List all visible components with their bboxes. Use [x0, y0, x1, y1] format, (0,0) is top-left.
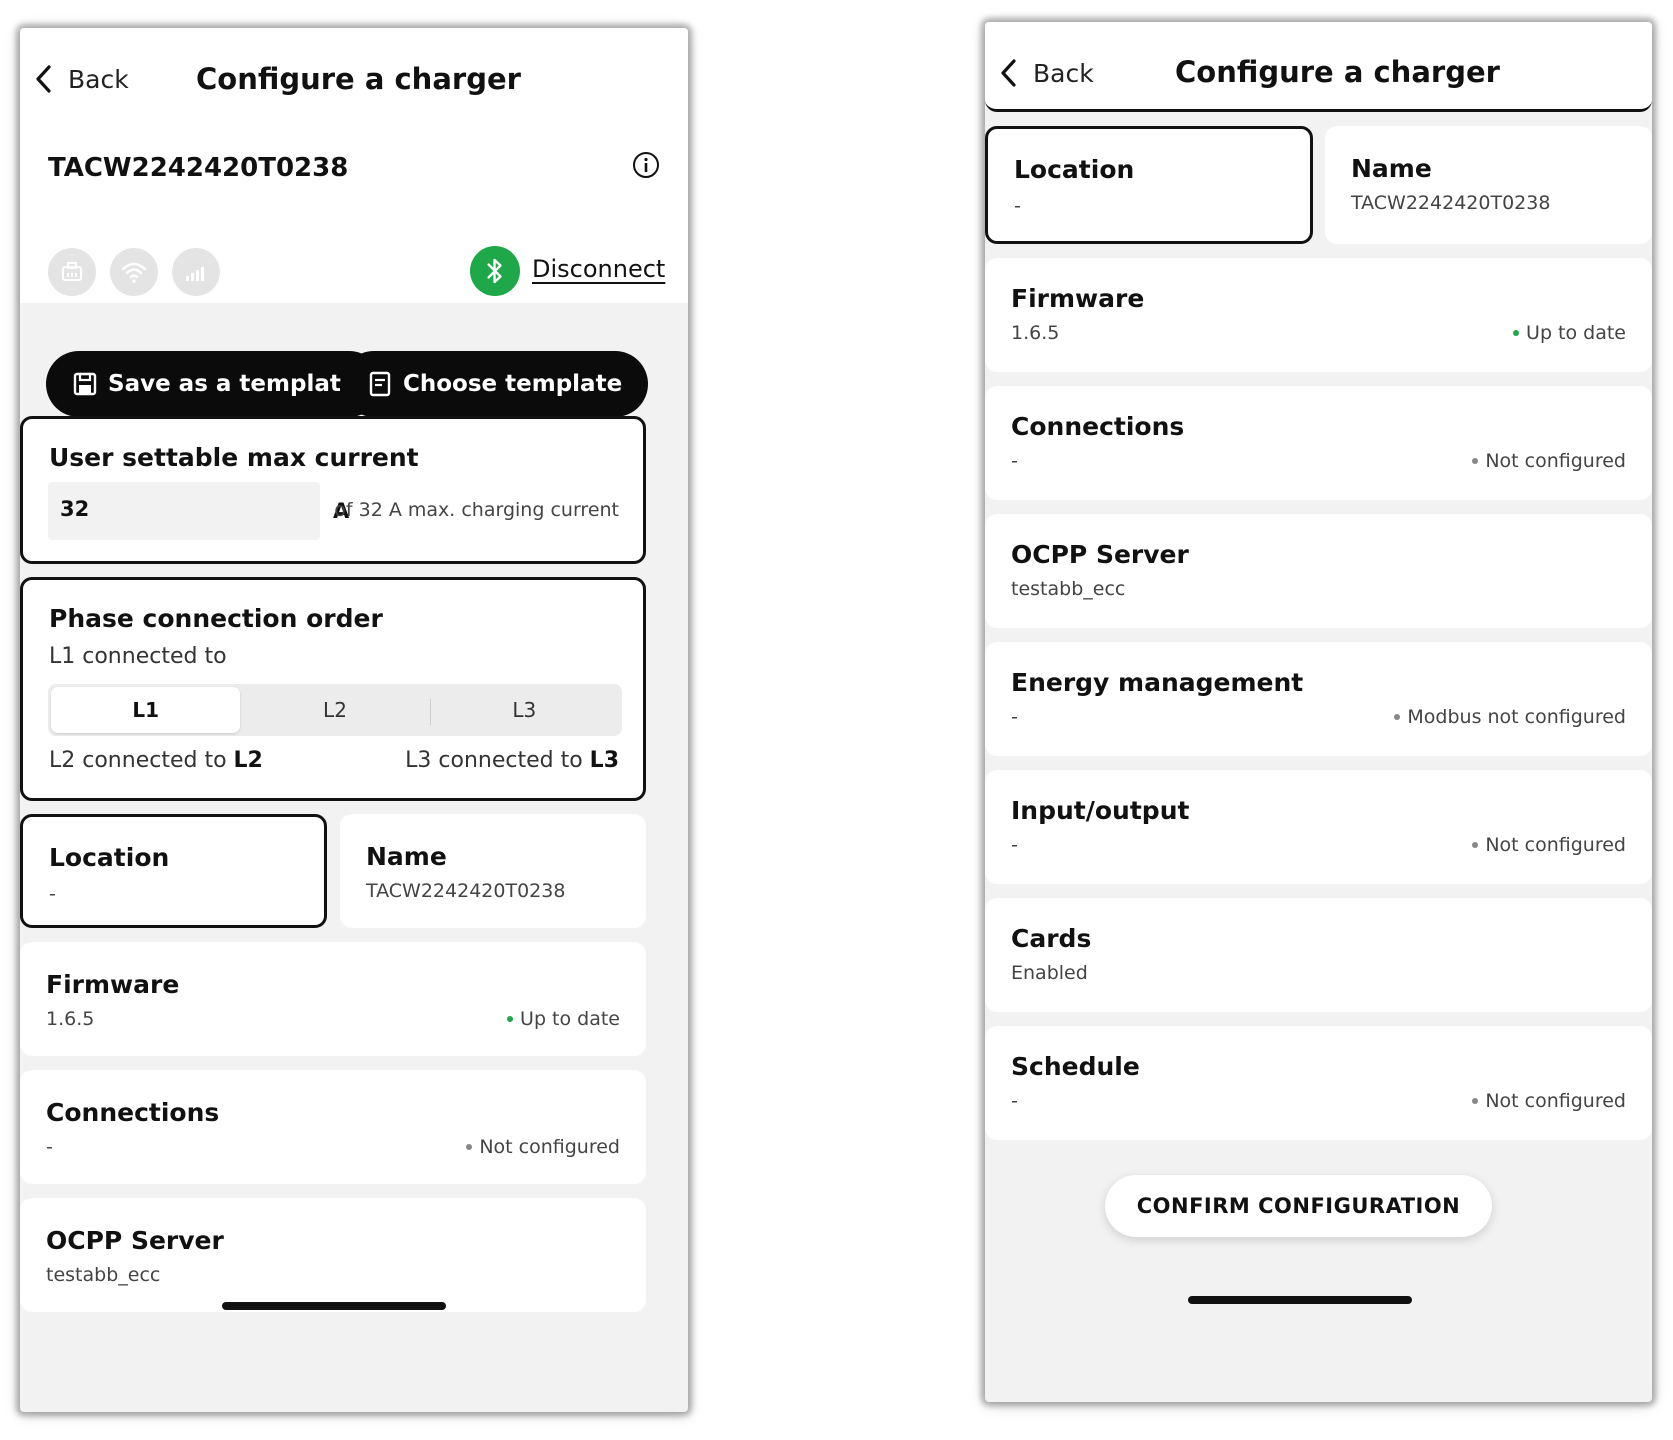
firmware-status: Up to date: [507, 1008, 620, 1030]
phase-l1-subtitle: L1 connected to: [49, 644, 227, 669]
save-template-label: Save as a template: [108, 371, 357, 397]
cards-value: Enabled: [1011, 962, 1088, 984]
connections-value: -: [1011, 450, 1018, 472]
status-dot: [1472, 458, 1479, 464]
ethernet-icon: [48, 248, 96, 296]
phase-option-l2[interactable]: L2: [240, 687, 429, 733]
status-dot: [466, 1144, 473, 1150]
save-template-button[interactable]: Save as a template: [46, 351, 383, 417]
charger-serial: TACW2242420T0238: [48, 153, 349, 183]
ocpp-value: testabb_ecc: [46, 1264, 161, 1286]
phase-order-card: Phase connection order L1 connected to L…: [20, 577, 646, 801]
max-current-description: of 32 A max. charging current: [334, 499, 619, 521]
location-value: -: [49, 883, 56, 905]
choose-template-button[interactable]: Choose template: [341, 351, 649, 417]
chevron-left-icon: [1001, 59, 1016, 87]
name-value: TACW2242420T0238: [1351, 192, 1551, 214]
location-card[interactable]: Location -: [985, 126, 1313, 244]
screen-configure-scrolled: Back Configure a charger Location - Name…: [985, 22, 1652, 1402]
back-button[interactable]: Back: [34, 64, 129, 94]
io-value: -: [1011, 834, 1018, 856]
wifi-icon: [110, 248, 158, 296]
connections-title: Connections: [1011, 412, 1185, 441]
cards-card[interactable]: Cards Enabled: [985, 898, 1652, 1012]
connections-status: Not configured: [1472, 450, 1626, 472]
schedule-status: Not configured: [1472, 1090, 1626, 1112]
info-icon[interactable]: [632, 151, 660, 179]
firmware-title: Firmware: [46, 970, 180, 999]
location-title: Location: [49, 843, 170, 872]
name-card[interactable]: Name TACW2242420T0238: [340, 814, 646, 928]
scrolled-header: Back Configure a charger: [985, 22, 1652, 112]
ocpp-card[interactable]: OCPP Server testabb_ecc: [20, 1198, 646, 1312]
schedule-card[interactable]: Schedule - Not configured: [985, 1026, 1652, 1140]
page-title: Configure a charger: [196, 62, 521, 96]
phase-option-l1[interactable]: L1: [51, 687, 241, 733]
ocpp-value: testabb_ecc: [1011, 578, 1126, 600]
save-icon: [73, 372, 97, 396]
schedule-title: Schedule: [1011, 1052, 1140, 1081]
location-card[interactable]: Location -: [20, 814, 327, 928]
firmware-status: Up to date: [1513, 322, 1626, 344]
max-current-title: User settable max current: [49, 443, 419, 472]
name-title: Name: [1351, 154, 1432, 183]
firmware-card[interactable]: Firmware 1.6.5 Up to date: [985, 258, 1652, 372]
phase-order-title: Phase connection order: [49, 604, 383, 633]
max-current-input[interactable]: 32: [48, 482, 320, 540]
phase-l3-text: L3 connected to L3: [405, 748, 619, 773]
page-title: Configure a charger: [1175, 55, 1500, 89]
energy-status: Modbus not configured: [1394, 706, 1626, 728]
cards-title: Cards: [1011, 924, 1092, 953]
location-title: Location: [1014, 155, 1135, 184]
ocpp-card[interactable]: OCPP Server testabb_ecc: [985, 514, 1652, 628]
back-label: Back: [1033, 58, 1094, 88]
firmware-card[interactable]: Firmware 1.6.5 Up to date: [20, 942, 646, 1056]
back-button[interactable]: Back: [999, 58, 1094, 88]
back-label: Back: [68, 64, 129, 94]
firmware-version: 1.6.5: [46, 1008, 95, 1030]
template-icon: [369, 371, 391, 397]
phase-segmented-control: L1 L2 L3: [48, 684, 622, 736]
confirm-configuration-button[interactable]: CONFIRM CONFIGURATION: [1105, 1175, 1492, 1237]
connections-title: Connections: [46, 1098, 220, 1127]
energy-management-card[interactable]: Energy management - Modbus not configure…: [985, 642, 1652, 756]
phase-l2-text: L2 connected to L2: [49, 748, 263, 773]
name-card[interactable]: Name TACW2242420T0238: [1325, 126, 1652, 244]
ocpp-title: OCPP Server: [1011, 540, 1189, 569]
status-dot: [1472, 1098, 1479, 1104]
io-status: Not configured: [1472, 834, 1626, 856]
connections-status: Not configured: [466, 1136, 620, 1158]
connections-value: -: [46, 1136, 53, 1158]
io-title: Input/output: [1011, 796, 1190, 825]
status-dot: [507, 1016, 514, 1022]
ocpp-title: OCPP Server: [46, 1226, 224, 1255]
status-dot: [1472, 842, 1479, 848]
status-dot: [1394, 714, 1401, 720]
chevron-left-icon: [36, 65, 51, 93]
status-dot: [1513, 330, 1520, 336]
energy-value: -: [1011, 706, 1018, 728]
firmware-title: Firmware: [1011, 284, 1145, 313]
connections-card[interactable]: Connections - Not configured: [20, 1070, 646, 1184]
disconnect-link[interactable]: Disconnect: [532, 255, 665, 283]
schedule-value: -: [1011, 1090, 1018, 1112]
firmware-version: 1.6.5: [1011, 322, 1060, 344]
screen-configure-top: Back Configure a charger TACW2242420T023…: [20, 28, 688, 1412]
phase-option-l3[interactable]: L3: [429, 687, 619, 733]
name-value: TACW2242420T0238: [366, 880, 566, 902]
choose-template-label: Choose template: [403, 371, 623, 397]
home-indicator[interactable]: [222, 1302, 446, 1310]
connections-card[interactable]: Connections - Not configured: [985, 386, 1652, 500]
home-indicator[interactable]: [1188, 1296, 1412, 1304]
location-value: -: [1014, 195, 1021, 217]
device-header: Back Configure a charger TACW2242420T023…: [20, 28, 688, 303]
name-title: Name: [366, 842, 447, 871]
cellular-icon: [172, 248, 220, 296]
connectivity-status: [48, 248, 220, 296]
input-output-card[interactable]: Input/output - Not configured: [985, 770, 1652, 884]
bluetooth-icon: [470, 246, 520, 296]
max-current-card: User settable max current 32 A of 32 A m…: [20, 416, 646, 564]
energy-title: Energy management: [1011, 668, 1304, 697]
